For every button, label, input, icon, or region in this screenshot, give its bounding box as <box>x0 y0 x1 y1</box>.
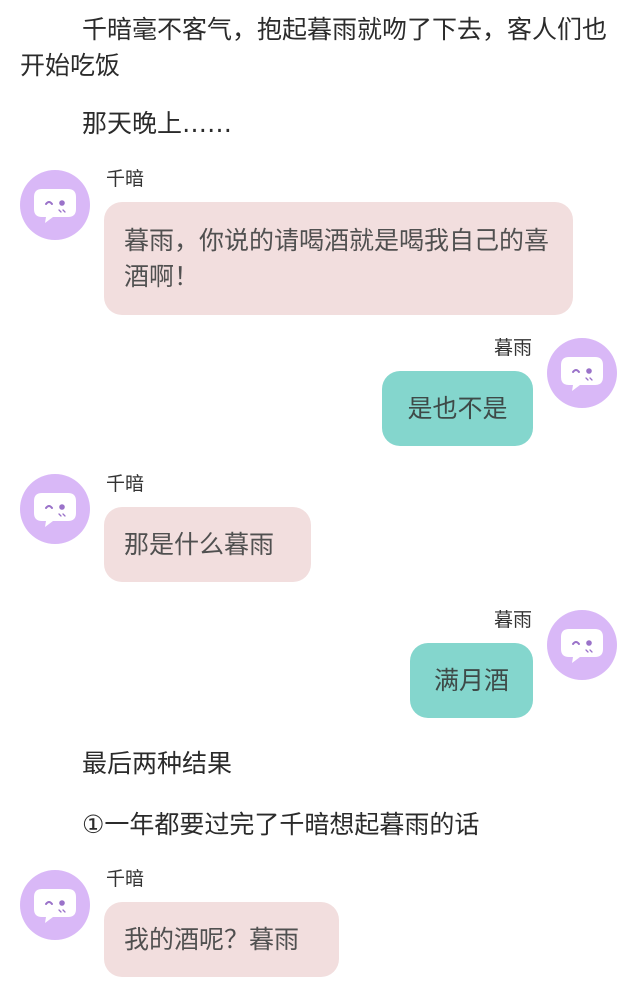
narration-intro: 千暗毫不客气，抱起暮雨就吻了下去，客人们也开始吃饭 <box>20 15 608 80</box>
avatar[interactable] <box>547 338 617 408</box>
message-bubble[interactable]: 满月酒 <box>410 643 533 718</box>
chat-bubble-face-icon <box>34 189 76 223</box>
avatar[interactable] <box>20 170 90 240</box>
message-bubble[interactable]: 那是什么暮雨 <box>104 507 311 582</box>
narration-ending-one: ①一年都要过完了千暗想起暮雨的话 <box>82 810 480 839</box>
avatar[interactable] <box>20 474 90 544</box>
sender-name: 暮雨 <box>493 609 532 631</box>
narration-that-night: 那天晚上…… <box>82 109 233 138</box>
chat-bubble-face-icon <box>561 629 603 663</box>
avatar[interactable] <box>20 870 90 940</box>
chat-bubble-face-icon <box>561 357 603 391</box>
narration-ending: 最后两种结果 <box>82 749 233 778</box>
message-bubble[interactable]: 是也不是 <box>382 371 533 446</box>
chat-bubble-face-icon <box>34 889 76 923</box>
sender-name: 千暗 <box>106 473 145 495</box>
sender-name: 暮雨 <box>493 337 532 359</box>
sender-name: 千暗 <box>106 168 145 190</box>
chat-bubble-face-icon <box>34 493 76 527</box>
message-bubble[interactable]: 暮雨，你说的请喝酒就是喝我自己的喜酒啊！ <box>104 202 573 315</box>
message-bubble[interactable]: 我的酒呢？暮雨 <box>104 902 339 977</box>
sender-name: 千暗 <box>106 868 145 890</box>
avatar[interactable] <box>547 610 617 680</box>
